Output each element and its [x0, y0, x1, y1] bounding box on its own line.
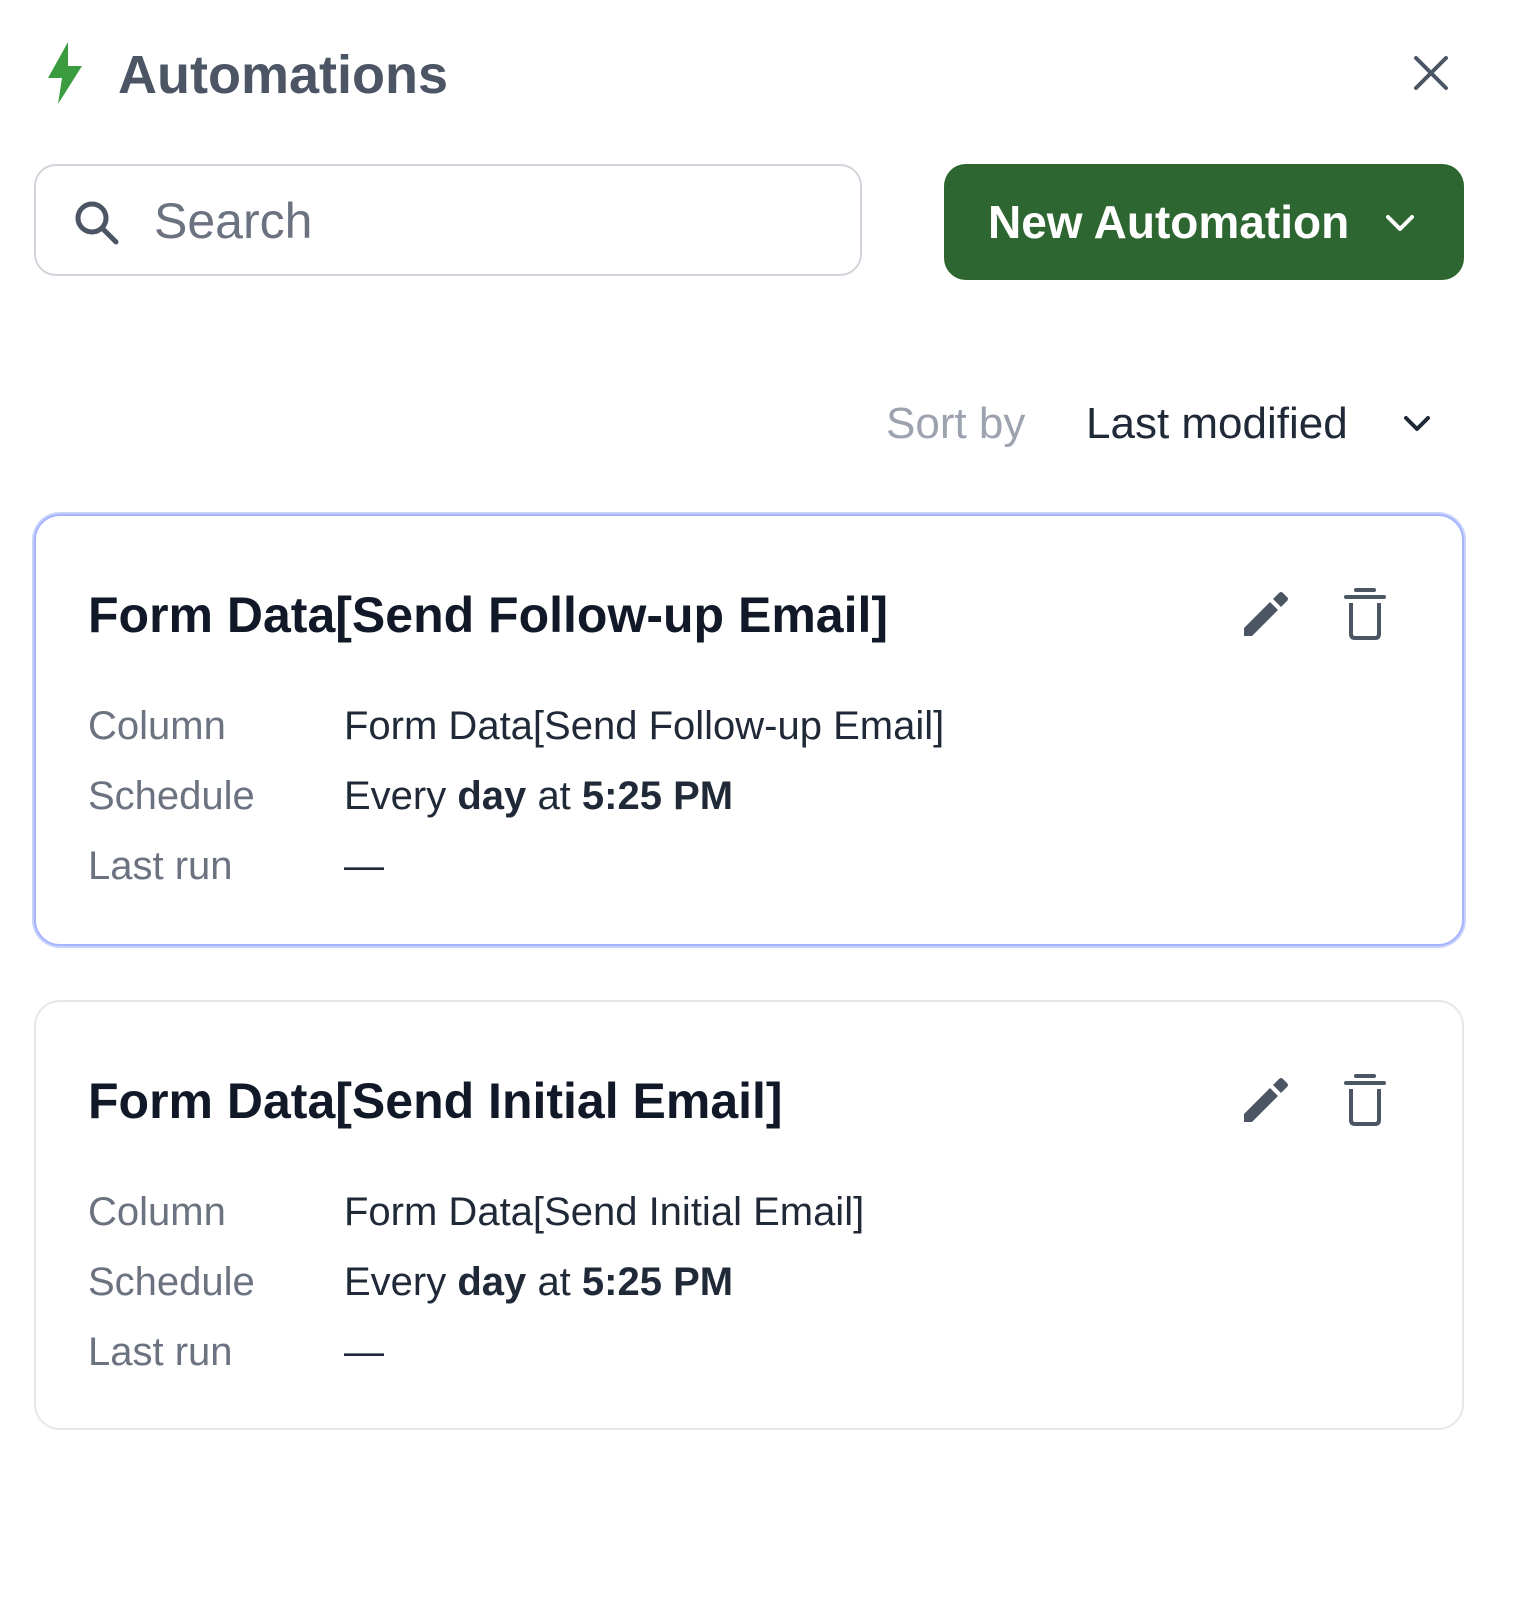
- chevron-down-icon[interactable]: [1400, 412, 1434, 436]
- last-run-label: Last run: [88, 844, 233, 888]
- new-automation-button[interactable]: New Automation: [944, 164, 1464, 280]
- schedule-label: Schedule: [88, 774, 255, 818]
- trash-icon[interactable]: [1342, 586, 1388, 642]
- close-icon[interactable]: [1408, 50, 1454, 96]
- pencil-icon[interactable]: [1240, 588, 1292, 640]
- sort-control: Sort by Last modified: [0, 390, 1524, 460]
- automation-name: Form Data[Send Follow-up Email]: [88, 587, 889, 643]
- panel-title: Automations: [118, 45, 448, 105]
- chevron-down-icon: [1386, 215, 1414, 231]
- last-run-label: Last run: [88, 1330, 233, 1374]
- sort-label: Sort by: [886, 399, 1026, 448]
- last-run-value: —: [344, 1330, 384, 1374]
- lightning-bolt-icon: [48, 42, 82, 104]
- search-icon: [75, 201, 119, 245]
- trash-icon[interactable]: [1342, 1072, 1388, 1128]
- last-run-value: —: [344, 844, 384, 888]
- column-label: Column: [88, 1190, 226, 1234]
- search-field[interactable]: [34, 164, 862, 276]
- pencil-icon[interactable]: [1240, 1074, 1292, 1126]
- column-value: Form Data[Send Follow-up Email]: [344, 704, 945, 748]
- schedule-value: Every day at 5:25 PM: [344, 774, 734, 818]
- column-value: Form Data[Send Initial Email]: [344, 1190, 865, 1234]
- automation-card[interactable]: Form Data[Send Initial Email] Column For…: [34, 1000, 1464, 1430]
- new-automation-label: New Automation: [988, 196, 1350, 248]
- column-label: Column: [88, 704, 226, 748]
- search-input[interactable]: [152, 188, 836, 254]
- schedule-value: Every day at 5:25 PM: [344, 1260, 734, 1304]
- sort-value[interactable]: Last modified: [1086, 394, 1348, 454]
- schedule-label: Schedule: [88, 1260, 255, 1304]
- automation-card[interactable]: Form Data[Send Follow-up Email] Column F…: [34, 514, 1464, 946]
- automation-name: Form Data[Send Initial Email]: [88, 1073, 783, 1129]
- panel-header: Automations: [0, 0, 1524, 150]
